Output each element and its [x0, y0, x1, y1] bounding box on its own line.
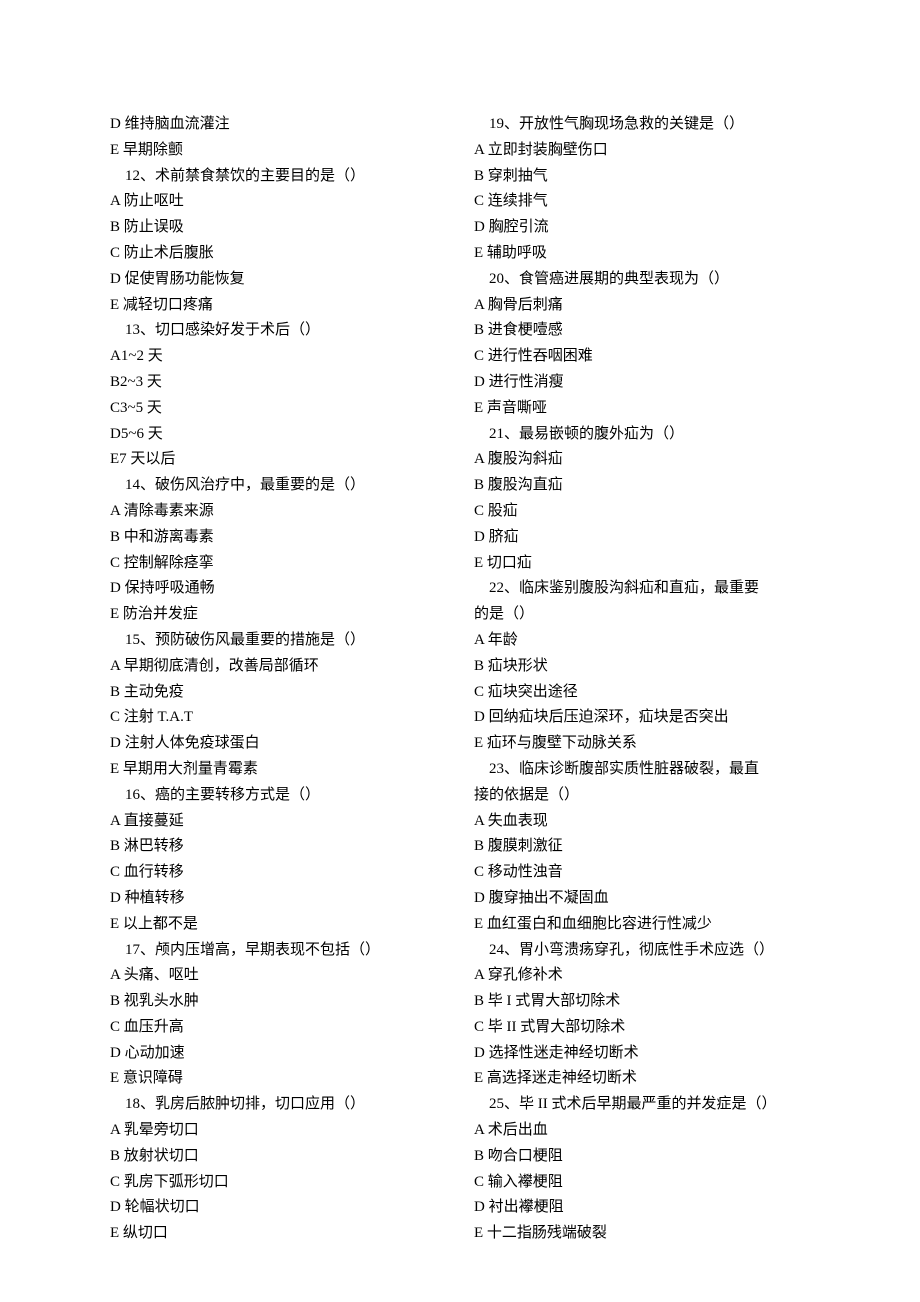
text-line: C 连续排气 [474, 189, 810, 215]
text-line: A 直接蔓延 [110, 809, 446, 835]
text-line: A 失血表现 [474, 809, 810, 835]
text-line: B 主动免疫 [110, 680, 446, 706]
text-line: E 意识障碍 [110, 1066, 446, 1092]
text-line: B 腹膜刺激征 [474, 834, 810, 860]
text-line: 23、临床诊断腹部实质性脏器破裂，最直 [474, 757, 810, 783]
text-line: A 头痛、呕吐 [110, 963, 446, 989]
two-column-layout: D 维持脑血流灌注E 早期除颤 12、术前禁食禁饮的主要目的是（）A 防止呕吐B… [110, 112, 810, 1247]
text-line: B 疝块形状 [474, 654, 810, 680]
text-line: A 穿孔修补术 [474, 963, 810, 989]
text-line: 12、术前禁食禁饮的主要目的是（） [110, 164, 446, 190]
text-line: D 维持脑血流灌注 [110, 112, 446, 138]
text-line: D 脐疝 [474, 525, 810, 551]
text-line: D 种植转移 [110, 886, 446, 912]
text-line: B 穿刺抽气 [474, 164, 810, 190]
text-line: 15、预防破伤风最重要的措施是（） [110, 628, 446, 654]
text-line: 17、颅内压增高，早期表现不包括（） [110, 938, 446, 964]
text-line: B 毕 I 式胃大部切除术 [474, 989, 810, 1015]
left-column: D 维持脑血流灌注E 早期除颤 12、术前禁食禁饮的主要目的是（）A 防止呕吐B… [110, 112, 446, 1247]
text-line: B 淋巴转移 [110, 834, 446, 860]
text-line: E 辅助呼吸 [474, 241, 810, 267]
text-line: A 清除毒素来源 [110, 499, 446, 525]
text-line: C 乳房下弧形切口 [110, 1170, 446, 1196]
text-line: A1~2 天 [110, 344, 446, 370]
text-line: 18、乳房后脓肿切排，切口应用（） [110, 1092, 446, 1118]
text-line: D 回纳疝块后压迫深环，疝块是否突出 [474, 705, 810, 731]
text-line: 16、癌的主要转移方式是（） [110, 783, 446, 809]
text-line: C 防止术后腹胀 [110, 241, 446, 267]
text-line: A 年龄 [474, 628, 810, 654]
text-line: D 促使胃肠功能恢复 [110, 267, 446, 293]
text-line: E 以上都不是 [110, 912, 446, 938]
text-line: 25、毕 II 式术后早期最严重的并发症是（） [474, 1092, 810, 1118]
text-line: D 注射人体免疫球蛋白 [110, 731, 446, 757]
text-line: A 立即封装胸壁伤口 [474, 138, 810, 164]
text-line: C 注射 T.A.T [110, 705, 446, 731]
text-line: D 进行性消瘦 [474, 370, 810, 396]
text-line: B 进食梗噎感 [474, 318, 810, 344]
text-line: 21、最易嵌顿的腹外疝为（） [474, 422, 810, 448]
text-line: C 移动性浊音 [474, 860, 810, 886]
text-line: 20、食管癌进展期的典型表现为（） [474, 267, 810, 293]
text-line: D5~6 天 [110, 422, 446, 448]
text-line: E 血红蛋白和血细胞比容进行性减少 [474, 912, 810, 938]
right-column: 19、开放性气胸现场急救的关键是（）A 立即封装胸壁伤口B 穿刺抽气C 连续排气… [474, 112, 810, 1247]
text-line: D 保持呼吸通畅 [110, 576, 446, 602]
text-line: 14、破伤风治疗中，最重要的是（） [110, 473, 446, 499]
text-line: C 股疝 [474, 499, 810, 525]
text-line: B 视乳头水肿 [110, 989, 446, 1015]
text-line: E7 天以后 [110, 447, 446, 473]
text-line: A 防止呕吐 [110, 189, 446, 215]
text-line: A 胸骨后刺痛 [474, 293, 810, 319]
text-line: E 十二指肠残端破裂 [474, 1221, 810, 1247]
text-line: 的是（） [474, 602, 810, 628]
text-line: A 腹股沟斜疝 [474, 447, 810, 473]
text-line: C 毕 II 式胃大部切除术 [474, 1015, 810, 1041]
text-line: E 早期除颤 [110, 138, 446, 164]
text-line: 接的依据是（） [474, 783, 810, 809]
text-line: B 放射状切口 [110, 1144, 446, 1170]
text-line: C 控制解除痉挛 [110, 551, 446, 577]
text-line: C 疝块突出途径 [474, 680, 810, 706]
text-line: C3~5 天 [110, 396, 446, 422]
text-line: A 乳晕旁切口 [110, 1118, 446, 1144]
text-line: D 腹穿抽出不凝固血 [474, 886, 810, 912]
text-line: C 血行转移 [110, 860, 446, 886]
text-line: B 防止误吸 [110, 215, 446, 241]
text-line: E 减轻切口疼痛 [110, 293, 446, 319]
text-line: D 衬出襻梗阻 [474, 1195, 810, 1221]
text-line: E 早期用大剂量青霉素 [110, 757, 446, 783]
text-line: E 疝环与腹壁下动脉关系 [474, 731, 810, 757]
text-line: E 声音嘶哑 [474, 396, 810, 422]
text-line: 22、临床鉴别腹股沟斜疝和直疝，最重要 [474, 576, 810, 602]
text-line: B 中和游离毒素 [110, 525, 446, 551]
text-line: 24、胃小弯溃疡穿孔，彻底性手术应选（） [474, 938, 810, 964]
text-line: B2~3 天 [110, 370, 446, 396]
text-line: D 选择性迷走神经切断术 [474, 1041, 810, 1067]
text-line: B 腹股沟直疝 [474, 473, 810, 499]
text-line: E 切口疝 [474, 551, 810, 577]
text-line: D 胸腔引流 [474, 215, 810, 241]
text-line: D 轮幅状切口 [110, 1195, 446, 1221]
text-line: B 吻合口梗阻 [474, 1144, 810, 1170]
text-line: D 心动加速 [110, 1041, 446, 1067]
text-line: C 输入襻梗阻 [474, 1170, 810, 1196]
text-line: A 术后出血 [474, 1118, 810, 1144]
text-line: E 高选择迷走神经切断术 [474, 1066, 810, 1092]
text-line: C 血压升高 [110, 1015, 446, 1041]
text-line: A 早期彻底清创，改善局部循环 [110, 654, 446, 680]
text-line: 19、开放性气胸现场急救的关键是（） [474, 112, 810, 138]
text-line: 13、切口感染好发于术后（） [110, 318, 446, 344]
text-line: C 进行性吞咽困难 [474, 344, 810, 370]
text-line: E 防治并发症 [110, 602, 446, 628]
text-line: E 纵切口 [110, 1221, 446, 1247]
